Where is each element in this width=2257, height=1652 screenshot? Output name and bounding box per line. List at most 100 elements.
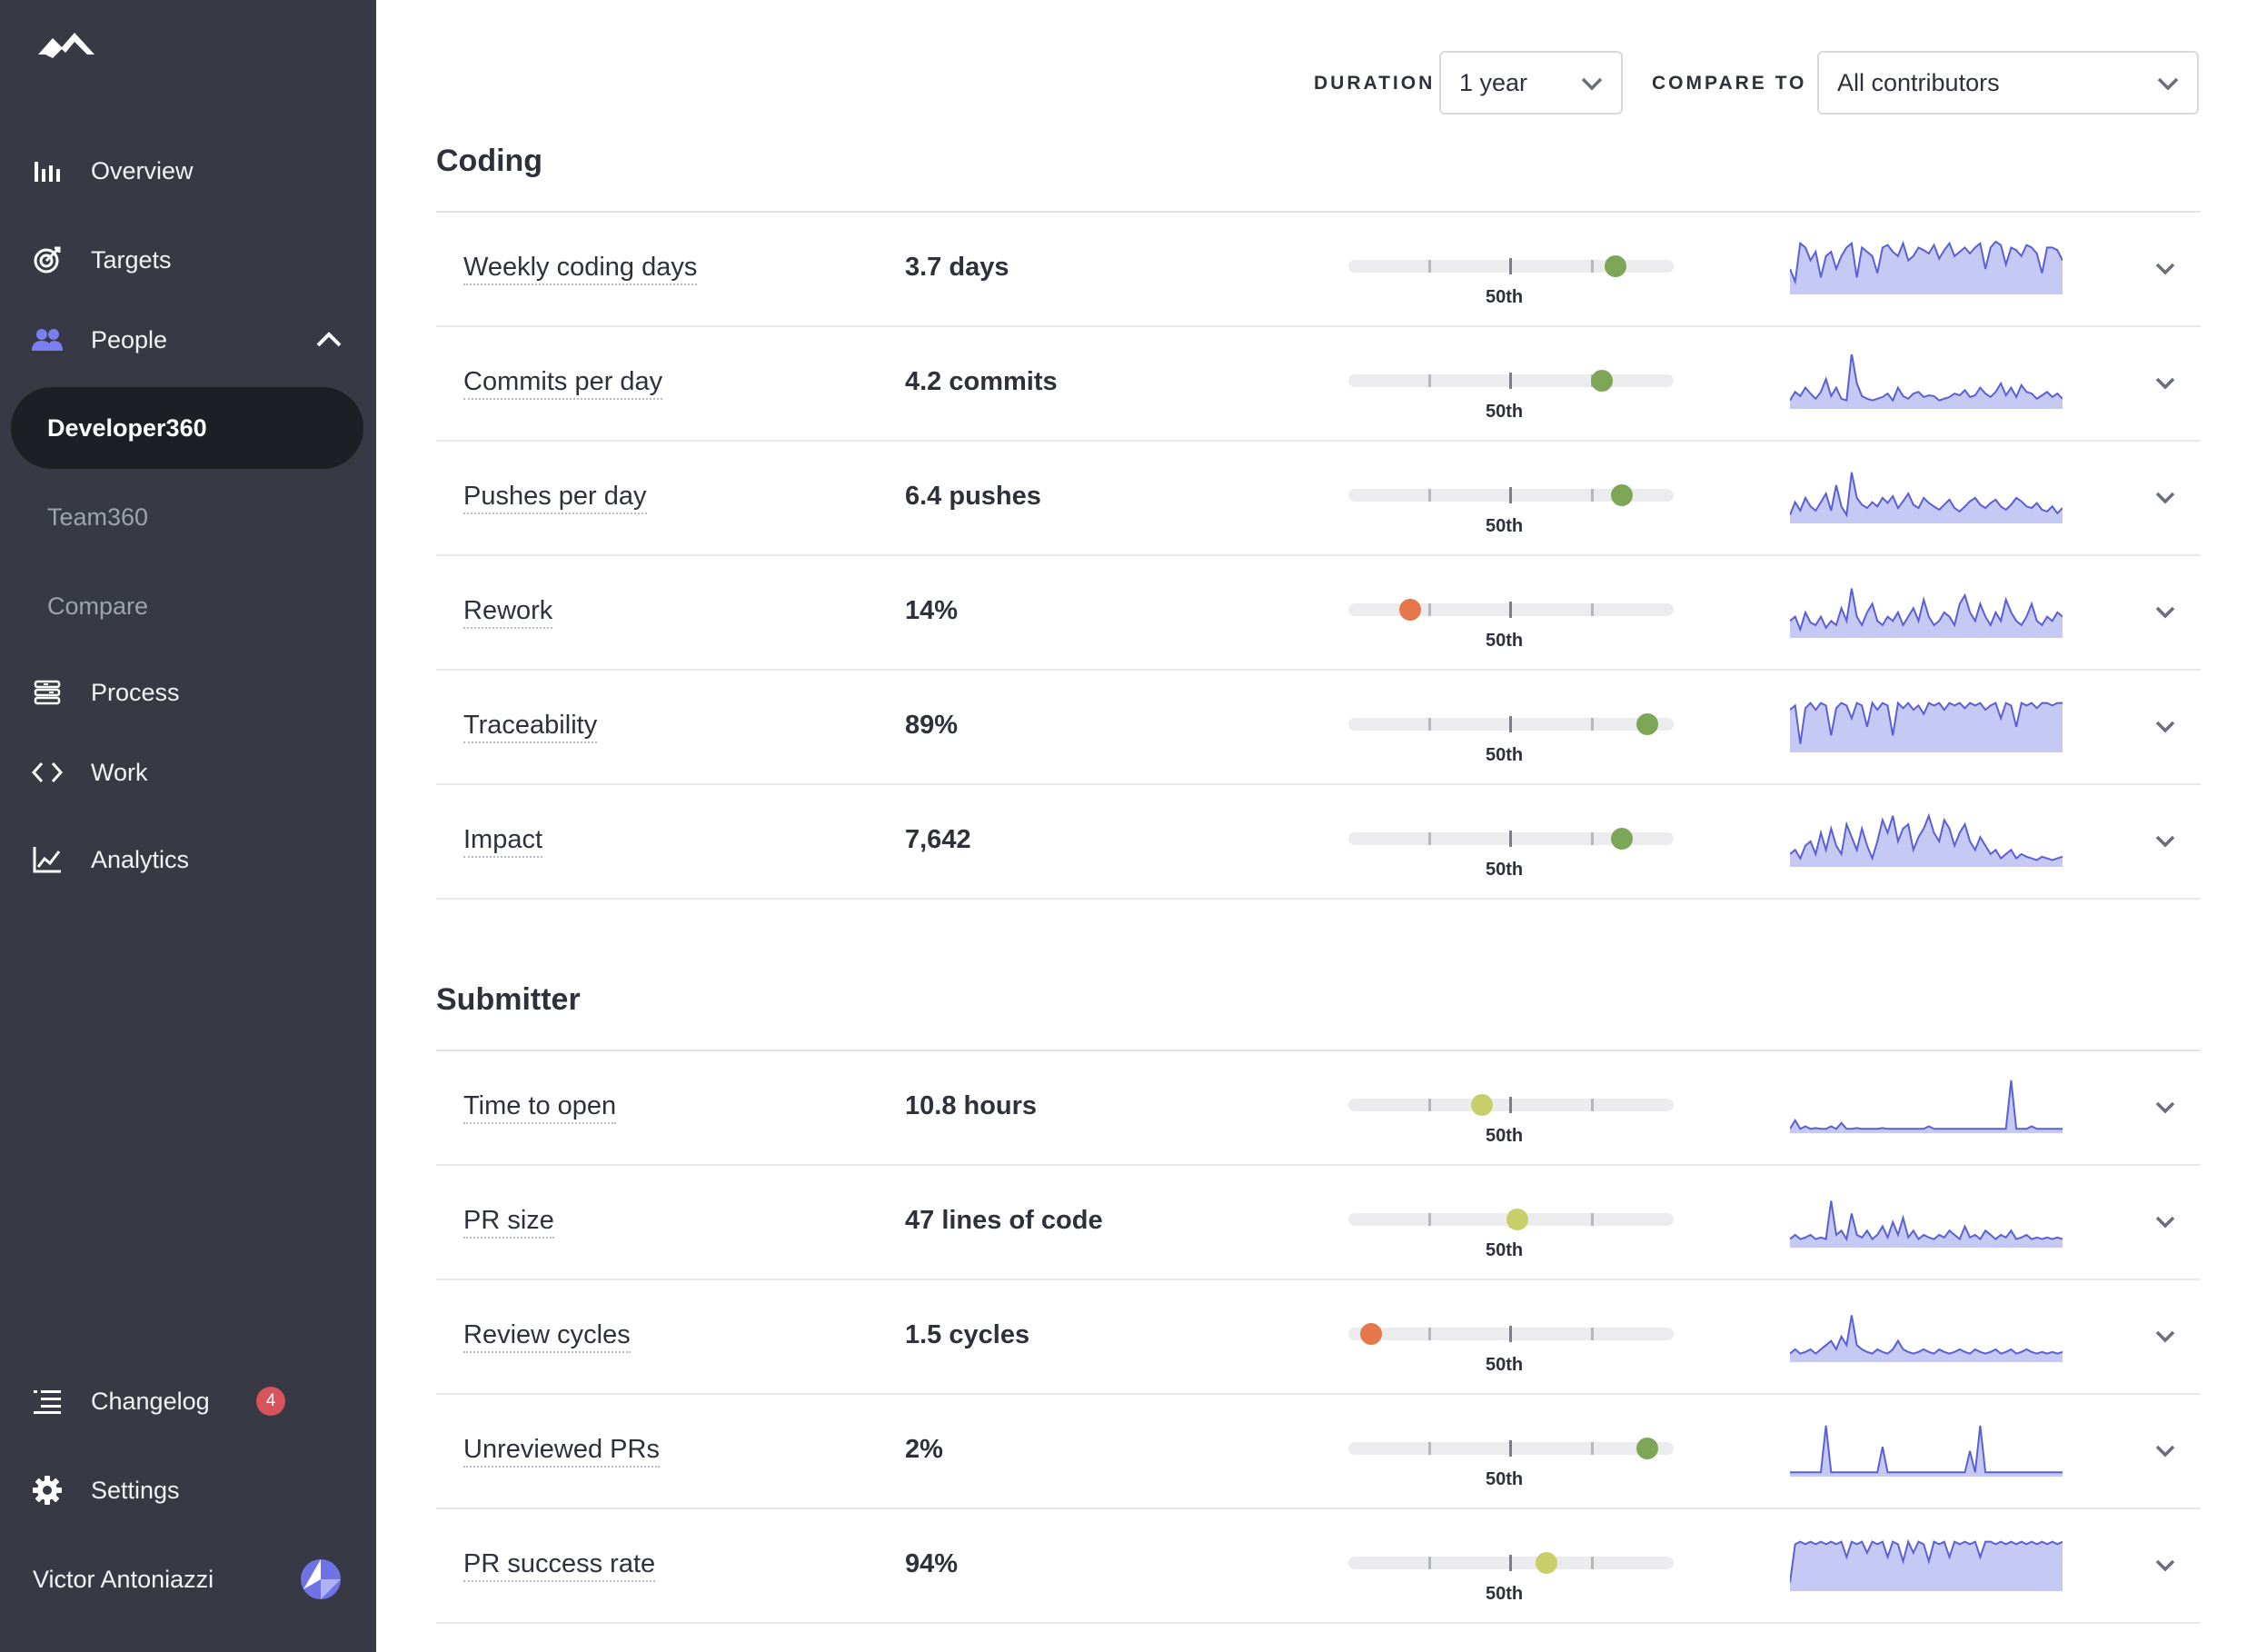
- metric-row[interactable]: Weekly coding days 3.7 days 50th: [436, 213, 2201, 325]
- duration-label: DURATION: [1314, 73, 1436, 94]
- nav-work-label: Work: [91, 758, 148, 786]
- percentile-marker: [1636, 713, 1659, 735]
- chevron-down-icon: [1581, 77, 1603, 91]
- percentile-tick: [1591, 1557, 1594, 1569]
- nav-compare-label: Compare: [47, 592, 149, 620]
- percentile-tick: [1428, 489, 1431, 502]
- chevron-down-icon[interactable]: [2152, 1208, 2179, 1235]
- metric-name[interactable]: PR size: [463, 1206, 554, 1239]
- nav-compare[interactable]: Compare: [11, 565, 363, 647]
- sparkline: [1790, 1200, 2063, 1248]
- percentile-tick: [1428, 603, 1431, 616]
- percentile-track: [1348, 1209, 1674, 1230]
- metric-name[interactable]: Rework: [463, 596, 553, 629]
- nav-work[interactable]: Work: [0, 745, 376, 800]
- nav-team360[interactable]: Team360: [11, 476, 363, 558]
- percentile-marker: [1636, 1438, 1659, 1459]
- metric-row[interactable]: Unreviewed PRs 2% 50th: [436, 1395, 2201, 1508]
- percentile-track: [1348, 1438, 1674, 1459]
- percentile-label: 50th: [1486, 631, 1524, 651]
- nav-changelog[interactable]: Changelog 4: [0, 1374, 376, 1428]
- metric-name[interactable]: Commits per day: [463, 367, 663, 400]
- nav-analytics-label: Analytics: [91, 845, 190, 873]
- nav-overview[interactable]: Overview: [0, 144, 376, 198]
- sparkline: [1790, 1080, 2063, 1133]
- chevron-down-icon[interactable]: [2152, 254, 2179, 282]
- compare-to-value: All contributors: [1837, 68, 2000, 96]
- nav-people[interactable]: People: [0, 313, 376, 367]
- metric-row[interactable]: Traceability 89% 50th: [436, 671, 2201, 783]
- section-title-coding: Coding: [436, 144, 543, 178]
- bar-chart-icon: [31, 154, 64, 187]
- metric-name[interactable]: PR success rate: [463, 1549, 656, 1582]
- chevron-down-icon[interactable]: [2152, 598, 2179, 625]
- sparkline-area: [1790, 1315, 2063, 1362]
- metric-row[interactable]: PR size 47 lines of code 50th: [436, 1166, 2201, 1279]
- metric-name[interactable]: Review cycles: [463, 1320, 631, 1353]
- chevron-down-icon[interactable]: [2152, 369, 2179, 396]
- nav-targets-label: Targets: [91, 245, 172, 274]
- nav-settings[interactable]: Settings: [0, 1463, 376, 1518]
- chevron-down-icon[interactable]: [2152, 827, 2179, 854]
- percentile-label: 50th: [1486, 745, 1524, 765]
- metric-name[interactable]: Impact: [463, 825, 543, 858]
- percentile-marker: [1470, 1094, 1493, 1116]
- metric-row[interactable]: PR success rate 94% 50th: [436, 1509, 2201, 1622]
- chevron-down-icon[interactable]: [2152, 1437, 2179, 1464]
- chevron-down-icon[interactable]: [2152, 712, 2179, 740]
- percentile-tick: [1428, 260, 1431, 273]
- metric-name[interactable]: Unreviewed PRs: [463, 1435, 660, 1468]
- metric-name[interactable]: Time to open: [463, 1091, 617, 1124]
- nav-targets[interactable]: Targets: [0, 233, 376, 287]
- duration-select[interactable]: 1 year: [1439, 51, 1623, 114]
- avatar-icon: [301, 1559, 341, 1599]
- user-menu[interactable]: Victor Antoniazzi: [0, 1552, 376, 1607]
- percentile-tick: [1591, 1328, 1594, 1340]
- chevron-down-icon[interactable]: [2152, 1551, 2179, 1578]
- sparkline-area: [1790, 472, 2063, 523]
- chevron-down-icon[interactable]: [2152, 483, 2179, 511]
- chevron-down-icon[interactable]: [2152, 1093, 2179, 1120]
- sparkline-line: [1790, 1425, 2063, 1474]
- chevron-down-icon[interactable]: [2152, 1322, 2179, 1349]
- percentile-tick: [1591, 832, 1594, 845]
- percentile-tick: [1428, 1213, 1431, 1226]
- nav-people-label: People: [91, 325, 168, 353]
- logo-icon[interactable]: [35, 27, 98, 67]
- sparkline: [1790, 1425, 2063, 1477]
- percentile-tick: [1428, 1328, 1431, 1340]
- metric-value: 4.2 commits: [905, 367, 1058, 396]
- metric-name[interactable]: Traceability: [463, 711, 598, 743]
- metric-row[interactable]: Review cycles 1.5 cycles 50th: [436, 1280, 2201, 1393]
- percentile-track: [1348, 1094, 1674, 1116]
- nav-developer360[interactable]: Developer360: [11, 387, 363, 469]
- percentile-label: 50th: [1486, 1240, 1524, 1260]
- percentile-tick-50th: [1509, 1326, 1512, 1342]
- percentile-tick-50th: [1509, 258, 1512, 274]
- changelog-badge: 4: [256, 1387, 285, 1416]
- metric-value: 14%: [905, 596, 959, 625]
- percentile-tick: [1428, 832, 1431, 845]
- metric-row[interactable]: Commits per day 4.2 commits 50th: [436, 327, 2201, 440]
- nav-analytics[interactable]: Analytics: [0, 832, 376, 887]
- user-name: Victor Antoniazzi: [33, 1565, 214, 1593]
- percentile-tick-50th: [1509, 373, 1512, 389]
- metric-row[interactable]: Pushes per day 6.4 pushes 50th: [436, 442, 2201, 554]
- process-icon: [31, 676, 64, 709]
- sparkline-area: [1790, 1541, 2063, 1591]
- metric-row[interactable]: Rework 14% 50th: [436, 556, 2201, 669]
- metric-name[interactable]: Pushes per day: [463, 482, 647, 514]
- chevron-up-icon[interactable]: [313, 323, 345, 356]
- compare-to-select[interactable]: All contributors: [1817, 51, 2199, 114]
- nav-developer360-label: Developer360: [47, 413, 207, 442]
- nav-process[interactable]: Process: [0, 665, 376, 720]
- sparkline: [1790, 1315, 2063, 1362]
- metric-row[interactable]: Impact 7,642 50th: [436, 785, 2201, 898]
- chevron-down-icon: [2157, 77, 2179, 91]
- sparkline: [1790, 240, 2063, 294]
- percentile-tick: [1591, 1213, 1594, 1226]
- metric-name[interactable]: Weekly coding days: [463, 253, 698, 285]
- percentile-marker: [1610, 484, 1633, 506]
- metric-row[interactable]: Time to open 10.8 hours 50th: [436, 1051, 2201, 1164]
- percentile-tick-50th: [1509, 1440, 1512, 1457]
